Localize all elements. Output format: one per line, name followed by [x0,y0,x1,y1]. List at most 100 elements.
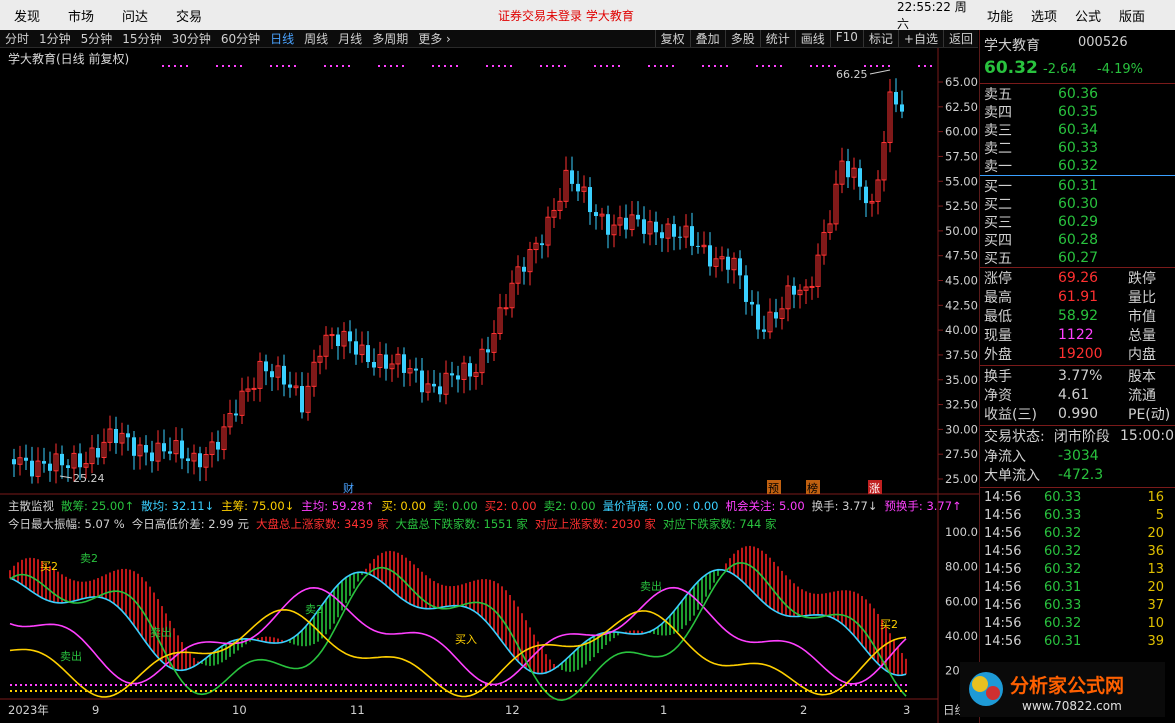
signal-dot [655,684,657,686]
signal-dot [25,690,27,692]
back-button[interactable]: 返回 [942,30,978,47]
period-tab[interactable]: 15分钟 [117,30,166,47]
indicator-header: 主散监视 散筹: 25.00↑ 散均: 32.11↓ 主筹: 75.00↓ 主均: 59… [8,498,969,514]
signal-dot [145,684,147,686]
candle-down [180,440,184,459]
tool-button[interactable]: 标记 [862,30,898,47]
stat-row-value: 0.990 [1058,406,1099,422]
signal-dot [395,684,397,686]
signal-dot [205,690,207,692]
signal-dot [870,65,872,67]
signal-dot [490,684,492,686]
date-tick-label: 2023年 [8,703,49,717]
signal-dot [235,690,237,692]
add-watchlist-button[interactable]: +自选 [897,30,943,47]
signal-dot [470,690,472,692]
tick-row: 14:56 60.32 36 [984,544,1174,562]
signal-dot [595,684,597,686]
signal-dot [850,684,852,686]
bid-row-value: 60.31 [1058,178,1099,194]
menu-item-discover[interactable]: 发现 [0,6,54,25]
signal-dot [590,684,592,686]
period-tab[interactable]: 60分钟 [216,30,265,47]
period-tab[interactable]: 1分钟 [34,30,76,47]
menu-item-ask[interactable]: 问达 [108,6,162,25]
signal-dot [850,690,852,692]
signal-dot [285,690,287,692]
signal-dot [235,684,237,686]
menu-item-function[interactable]: 功能 [978,6,1022,25]
signal-dot [795,684,797,686]
stat-row-label: 换手 [984,369,1012,385]
signal-dot [245,684,247,686]
period-tab[interactable]: 月线 [333,30,367,47]
tool-button[interactable]: 画线 [794,30,830,47]
tick-cell: 20 [1147,526,1164,541]
divider [980,487,1175,488]
signal-dot [162,65,164,67]
signal-dot [635,684,637,686]
stat-row-label2: 内盘 [1128,347,1156,363]
tick-cell: 5 [1155,508,1164,523]
tool-button[interactable]: 叠加 [689,30,725,47]
menu-item-market[interactable]: 市场 [54,6,108,25]
date-tick-label: 10 [232,703,247,717]
signal-dot [234,65,236,67]
tool-button[interactable]: 复权 [654,30,690,47]
tool-button[interactable]: F10 [829,30,863,47]
signal-dot [618,65,620,67]
signal-dot [815,684,817,686]
period-tab[interactable]: 分时 [0,30,34,47]
tick-cell: 14:56 [984,616,1022,631]
period-tab[interactable]: 多周期 [367,30,413,47]
signal-dot [505,684,507,686]
event-label-fin[interactable]: 财 [343,481,354,495]
signal-dot [600,684,602,686]
stat-row-label: 净资 [984,388,1012,404]
signal-dot [890,690,892,692]
period-tab[interactable]: 周线 [299,30,333,47]
signal-dot [320,684,322,686]
signal-dot [170,690,172,692]
candle-down [132,437,136,456]
candle-down [348,331,352,342]
bigflow-row-label: 大单流入 [984,468,1040,484]
signal-dot [560,684,562,686]
menu-item-trade[interactable]: 交易 [162,6,216,25]
indicator-mark: 卖出 [640,579,662,593]
signal-dot [95,684,97,686]
period-tab[interactable]: 30分钟 [167,30,216,47]
tick-cell: 14:56 [984,544,1022,559]
period-tab[interactable]: 5分钟 [76,30,118,47]
bid-row-value: 60.27 [1058,250,1099,266]
signal-dot [550,684,552,686]
signal-dot [380,690,382,692]
signal-dot [570,684,572,686]
candle-down [384,354,388,369]
signal-dot [470,684,472,686]
signal-dot [115,684,117,686]
tool-button[interactable]: 统计 [759,30,795,47]
menu-item-formula[interactable]: 公式 [1066,6,1110,25]
login-notice[interactable]: 证券交易未登录 学大教育 [498,7,634,24]
tool-button[interactable]: 多股 [724,30,760,47]
signal-dot [405,684,407,686]
signal-dot [745,684,747,686]
signal-dot [165,684,167,686]
period-tab-daily[interactable]: 日线 [265,30,299,47]
kline-chart[interactable]: 65.00 62.50 60.00 57.50 55.00 52.50 50.00 47.50… [0,48,979,723]
tick-cell: 20 [1147,580,1164,595]
candle-down [42,461,46,464]
signal-dot [65,684,67,686]
signal-dot [820,684,822,686]
min-price-label: 25.24 [73,472,105,485]
menu-item-options[interactable]: 选项 [1022,6,1066,25]
date-tick-label: 2 [800,703,807,717]
menu-item-layout[interactable]: 版面 [1110,6,1154,25]
price-change: -2.64 [1043,62,1077,77]
signal-dot [720,684,722,686]
signal-dot [730,684,732,686]
period-more-button[interactable]: 更多 › [413,30,456,47]
ask-row-label: 卖一 [984,159,1012,175]
signal-dot [260,690,262,692]
